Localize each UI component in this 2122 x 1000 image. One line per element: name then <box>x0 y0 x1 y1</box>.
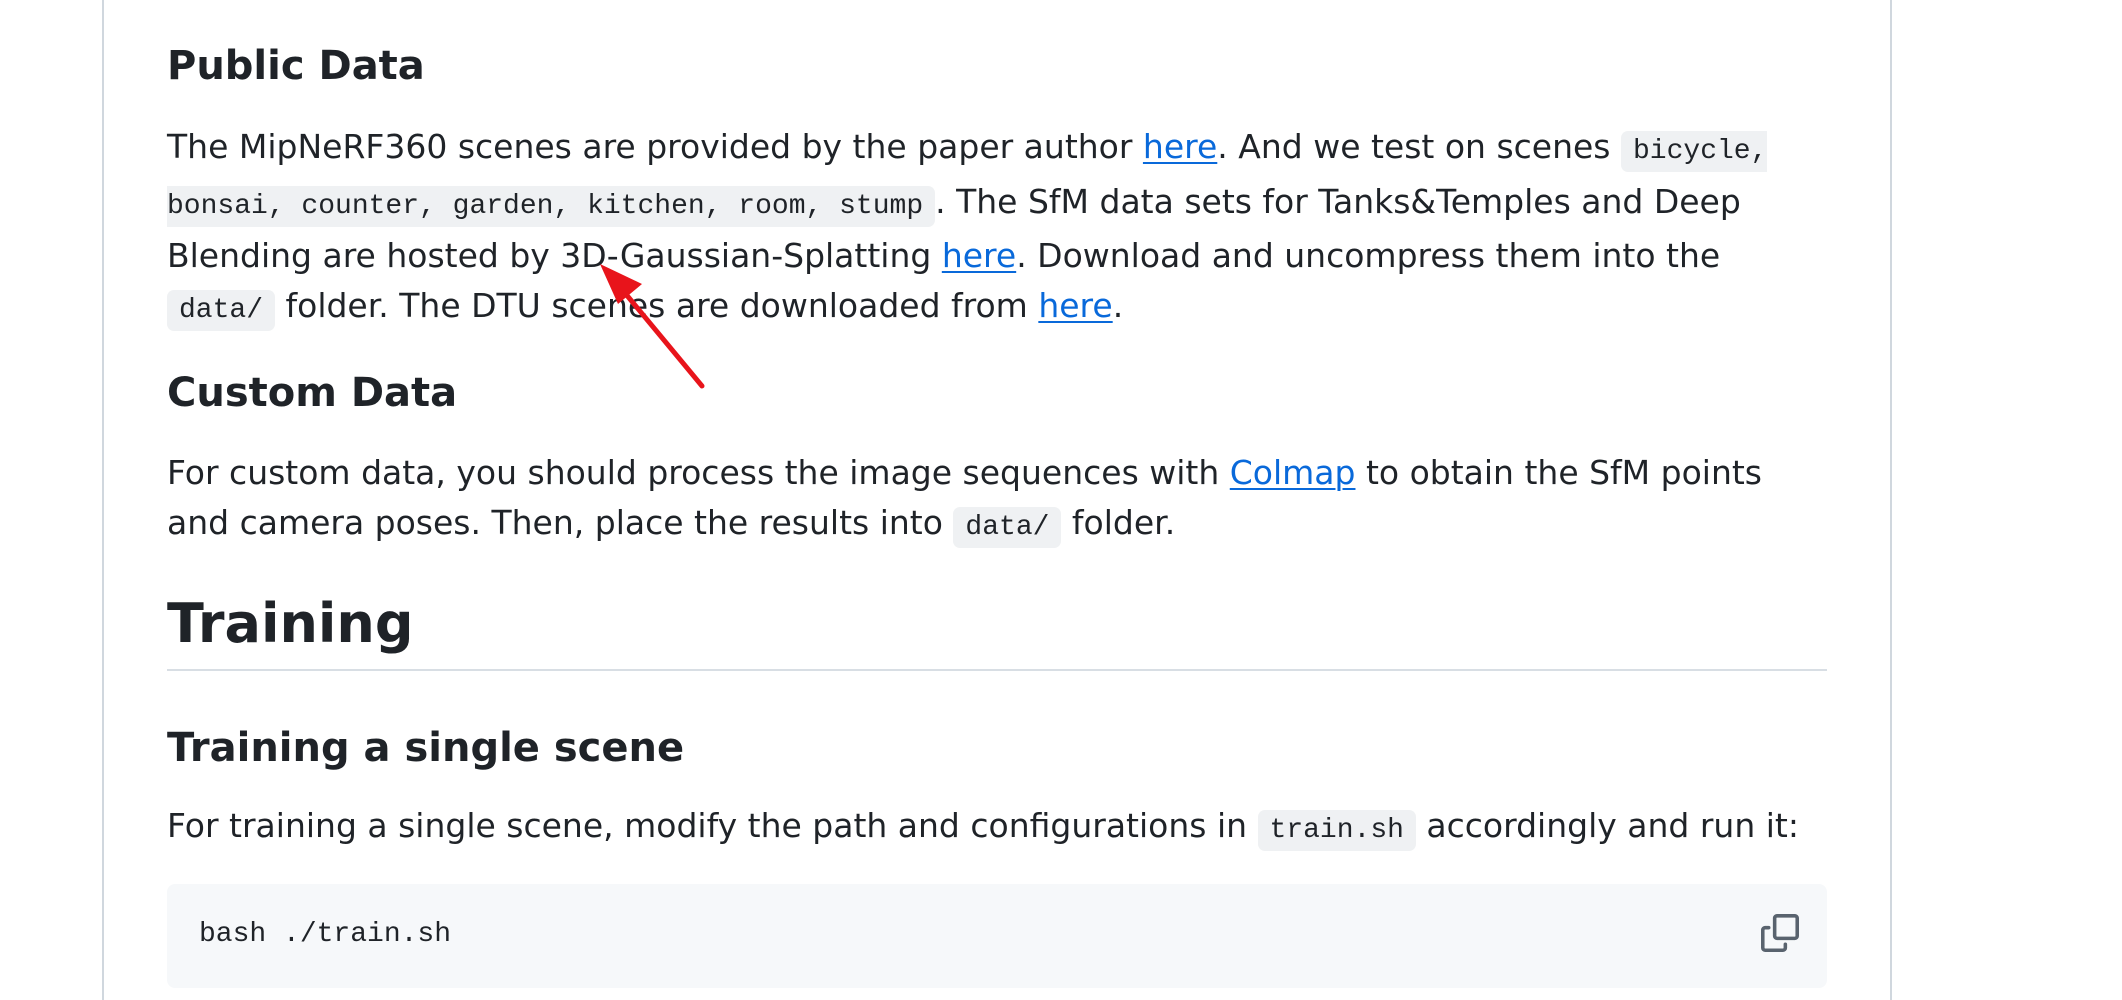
text: accordingly and run it: <box>1415 806 1799 845</box>
copy-button[interactable] <box>1761 914 1799 952</box>
text: . Download and uncompress them into the <box>1016 236 1721 275</box>
code-block: bash ./train.sh <box>167 884 1827 988</box>
inline-code-train-sh: train.sh <box>1257 810 1416 851</box>
heading-training-single-scene: Training a single scene <box>167 725 685 771</box>
link-dtu-here[interactable]: here <box>1038 286 1112 325</box>
heading-divider <box>167 669 1827 671</box>
inline-code-data-folder: data/ <box>167 289 276 331</box>
text: . And we test on scenes <box>1217 127 1621 166</box>
heading-custom-data: Custom Data <box>167 370 458 416</box>
paragraph-custom-data: For custom data, you should process the … <box>167 448 1832 552</box>
paragraph-training-single-scene: For training a single scene, modify the … <box>167 801 1832 856</box>
text: folder. The DTU scenes are downloaded fr… <box>275 285 1039 325</box>
link-mipnerf360-here[interactable]: here <box>1143 127 1217 166</box>
inline-code-data-folder: data/ <box>953 506 1062 548</box>
text: folder. <box>1061 502 1176 542</box>
copy-icon <box>1761 914 1799 952</box>
link-gaussian-splatting-here[interactable]: here <box>942 236 1016 275</box>
paragraph-public-data: The MipNeRF360 scenes are provided by th… <box>167 122 1832 335</box>
text: . <box>1112 285 1124 325</box>
text: The MipNeRF360 scenes are provided by th… <box>167 127 1143 166</box>
text: For custom data, you should process the … <box>167 453 1230 492</box>
heading-public-data: Public Data <box>167 43 425 89</box>
heading-training: Training <box>167 592 414 655</box>
link-colmap[interactable]: Colmap <box>1230 453 1356 492</box>
code-block-content[interactable]: bash ./train.sh <box>199 915 451 955</box>
text: For training a single scene, modify the … <box>167 806 1258 845</box>
